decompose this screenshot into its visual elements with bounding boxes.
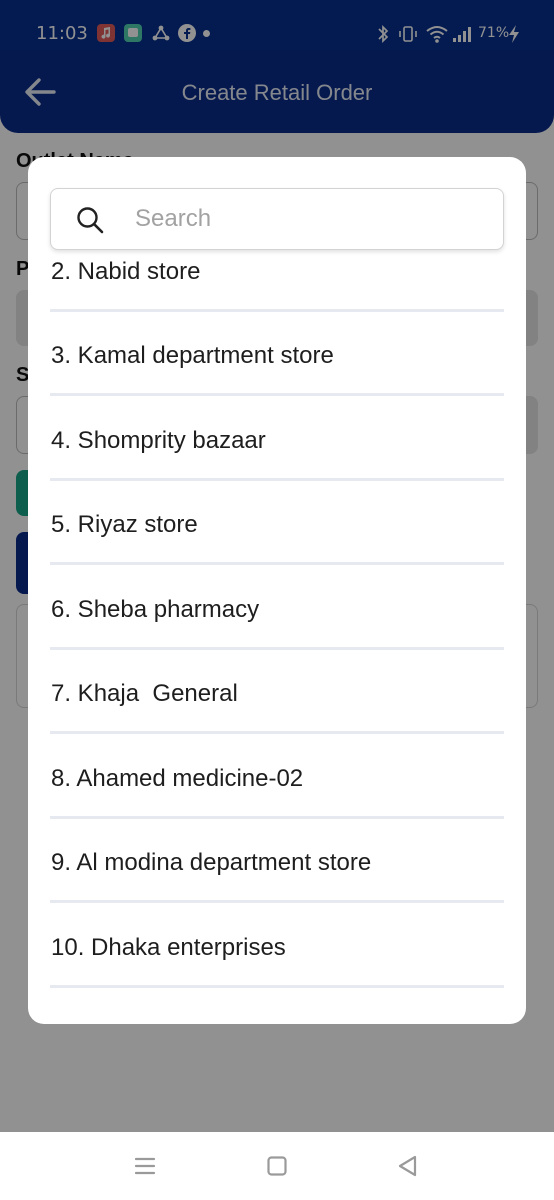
home-square-icon (267, 1156, 287, 1176)
system-nav-bar (0, 1132, 554, 1200)
list-item-label: 5. Riyaz store (51, 511, 198, 538)
search-icon (77, 207, 104, 234)
nav-back-button[interactable] (394, 1152, 422, 1180)
recents-menu-icon (134, 1157, 156, 1175)
list-item[interactable]: 8. Ahamed medicine-02 (50, 734, 504, 819)
list-item-label: 10. Dhaka enterprises (51, 933, 286, 961)
list-item[interactable]: 10. Dhaka enterprises (50, 903, 504, 988)
outlet-list[interactable]: 2. Nabid store 3. Kamal department store… (28, 157, 526, 1024)
list-item-label: 9. Al modina department store (51, 849, 372, 876)
list-item-label: 7. Khaja General (51, 680, 238, 707)
list-item[interactable]: 7. Khaja General (50, 650, 504, 734)
list-item[interactable]: 5. Riyaz store (50, 481, 504, 565)
outlet-picker-dialog: 2. Nabid store 3. Kamal department store… (28, 157, 526, 1024)
search-input[interactable] (135, 199, 485, 239)
list-item[interactable]: 4. Shomprity bazaar (50, 396, 504, 481)
list-item[interactable]: 9. Al modina department store (50, 819, 504, 903)
back-triangle-icon (398, 1155, 417, 1177)
list-item[interactable]: 3. Kamal department store (50, 312, 504, 396)
home-button[interactable] (263, 1152, 291, 1180)
list-item-label: 2. Nabid store (51, 257, 201, 285)
list-item[interactable]: 6. Sheba pharmacy (50, 565, 504, 650)
list-item-label: 4. Shomprity bazaar (51, 426, 266, 454)
list-item-label: 6. Sheba pharmacy (51, 595, 260, 623)
search-box[interactable] (50, 188, 504, 250)
list-item-label: 8. Ahamed medicine-02 (51, 764, 304, 792)
list-divider (50, 984, 504, 988)
list-item-label: 3. Kamal department store (51, 342, 334, 369)
recents-button[interactable] (131, 1152, 159, 1180)
